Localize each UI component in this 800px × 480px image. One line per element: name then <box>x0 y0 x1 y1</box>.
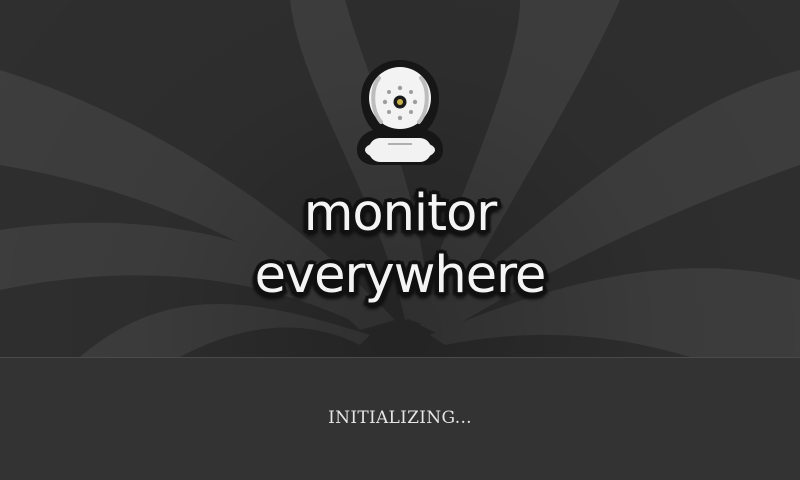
app-title: monitor everywhere <box>0 183 800 307</box>
hero-banner: monitor everywhere <box>0 0 800 357</box>
splash-screen: monitor everywhere INITIALIZING... <box>0 0 800 480</box>
app-title-line-2: everywhere <box>254 246 547 305</box>
camera-icon <box>357 60 443 165</box>
app-title-line-1: monitor <box>303 184 498 243</box>
status-text: INITIALIZING... <box>328 408 472 428</box>
